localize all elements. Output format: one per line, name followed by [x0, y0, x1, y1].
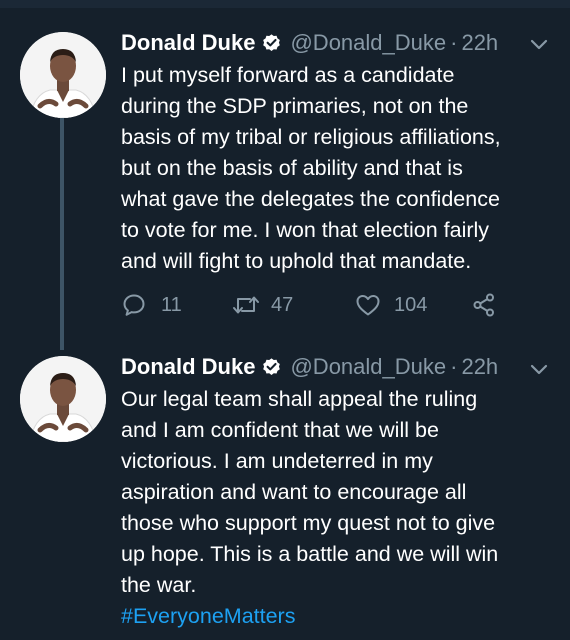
- tweet-text-line: and will fight to uphold that mandate.: [121, 249, 472, 273]
- avatar[interactable]: [20, 356, 106, 442]
- avatar-image: [20, 356, 106, 442]
- retweet-count: 47: [271, 293, 294, 316]
- tweet-text-line: basis of my tribal or religious affiliat…: [121, 125, 501, 149]
- separator-dot: ·: [450, 354, 458, 379]
- tweet-text-line: those who support my quest not to give: [121, 511, 496, 535]
- reply-count: 11: [161, 293, 182, 316]
- tweet-text: Our legal team shall appeal the ruling a…: [121, 384, 561, 632]
- reply-icon: [121, 292, 147, 318]
- avatar-image: [20, 32, 106, 118]
- tweet-text: I put myself forward as a candidate duri…: [121, 60, 561, 277]
- tweet-timestamp[interactable]: 22h: [461, 354, 498, 380]
- heart-icon: [354, 292, 382, 318]
- tweet-text-line: Our legal team shall appeal the ruling: [121, 387, 478, 411]
- tweet-text-line: during the SDP primaries, not on the: [121, 94, 469, 118]
- tweet-1[interactable]: Donald Duke @Donald_Duke · 22h I put mys…: [0, 0, 570, 350]
- retweet-button[interactable]: 47: [231, 290, 293, 320]
- chevron-down-icon[interactable]: [529, 38, 549, 52]
- author-handle[interactable]: @Donald_Duke: [290, 30, 446, 56]
- reply-button[interactable]: 11: [121, 290, 182, 320]
- tweet-text-line: what gave the delegates the confidence: [121, 187, 500, 211]
- tweet-text-line: victorious. I am undeterred in my: [121, 449, 433, 473]
- hashtag-link[interactable]: #EveryoneMatters: [121, 601, 561, 632]
- tweet-text-line: and I am confident that we will be: [121, 418, 439, 442]
- tweet-text-line: but on the basis of ability and that is: [121, 156, 463, 180]
- tweet-header: Donald Duke @Donald_Duke · 22h: [121, 353, 498, 381]
- tweet-text-line: to vote for me. I won that election fair…: [121, 218, 490, 242]
- verified-badge-icon: [261, 357, 282, 378]
- tweet-actions: 11 47 104: [121, 290, 541, 320]
- chevron-down-icon[interactable]: [529, 363, 549, 377]
- author-handle[interactable]: @Donald_Duke: [290, 354, 446, 380]
- tweet-text-line: I put myself forward as a candidate: [121, 63, 455, 87]
- tweet-header: Donald Duke @Donald_Duke · 22h: [121, 29, 498, 57]
- tweet-text-line: the war.: [121, 573, 197, 597]
- share-icon: [471, 292, 497, 318]
- avatar[interactable]: [20, 32, 106, 118]
- tweet-text-line: aspiration and want to encourage all: [121, 480, 467, 504]
- tweet-timestamp[interactable]: 22h: [461, 30, 498, 56]
- thread-connector-line: [60, 118, 64, 350]
- like-button[interactable]: 104: [354, 290, 427, 320]
- tweet-2[interactable]: Donald Duke @Donald_Duke · 22h Our legal…: [0, 340, 570, 640]
- retweet-icon: [231, 292, 261, 318]
- like-count: 104: [394, 293, 428, 316]
- tweet-text-line: up hope. This is a battle and we will wi…: [121, 542, 499, 566]
- author-name[interactable]: Donald Duke: [121, 354, 255, 380]
- separator-dot: ·: [450, 30, 458, 55]
- verified-badge-icon: [261, 33, 282, 54]
- share-button[interactable]: [471, 290, 497, 320]
- author-name[interactable]: Donald Duke: [121, 30, 255, 56]
